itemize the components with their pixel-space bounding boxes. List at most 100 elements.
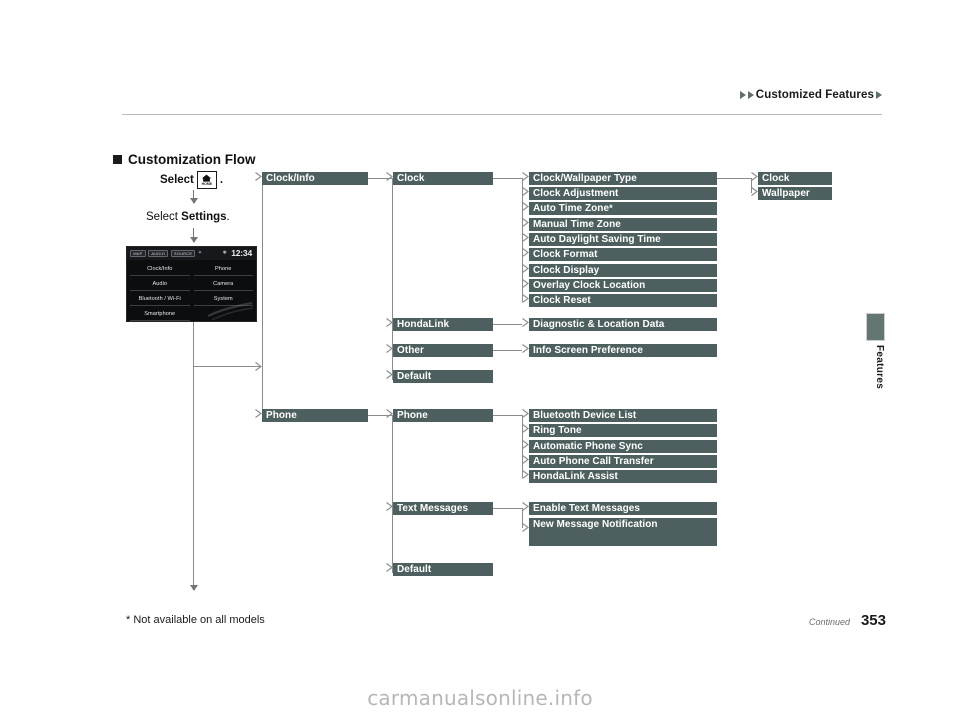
nav-menu-item-system[interactable]: System <box>193 292 253 306</box>
flow-box-level2-default-clockinfo[interactable]: Default <box>393 370 493 383</box>
arrowhead-level1-clockinfo <box>255 172 262 181</box>
arrowhead-level2-default-phone <box>386 563 393 572</box>
flow-box-auto-time-zone-label: Auto Time Zone <box>533 202 610 214</box>
flow-box-level4-clock[interactable]: Clock <box>758 172 832 185</box>
flow-box-automatic-phone-sync[interactable]: Automatic Phone Sync <box>529 440 717 453</box>
arrowhead-auto-phone-call-transfer <box>522 455 529 464</box>
page-number: 353 <box>860 612 886 629</box>
flow-box-ring-tone[interactable]: Ring Tone <box>529 424 717 437</box>
breadcrumb-arrow-right <box>876 91 882 99</box>
footnote-asterisk: * <box>609 203 613 213</box>
arrowhead-level2-phone <box>386 409 393 418</box>
nav-menu-item-camera[interactable]: Camera <box>193 277 253 291</box>
flow-box-clock-adjustment[interactable]: Clock Adjustment <box>529 187 717 200</box>
settings-gear-icon: ✱ <box>222 250 227 256</box>
nav-menu-item-clock-info[interactable]: Clock/Info <box>130 262 190 276</box>
nav-chip-source[interactable]: SOURCE <box>170 249 196 258</box>
step-select-settings: Select Settings. <box>146 211 230 223</box>
manual-page: Customized Features Customization Flow S… <box>0 0 960 722</box>
nav-menu-grid: Clock/Info Phone Audio Camera Bluetooth … <box>127 260 256 321</box>
nav-menu-item-bluetooth-wifi[interactable]: Bluetooth / Wi-Fi <box>130 292 190 306</box>
arrowhead-overlay-clock-location <box>522 279 529 288</box>
flow-box-clock-display[interactable]: Clock Display <box>529 264 717 277</box>
flow-box-manual-time-zone[interactable]: Manual Time Zone <box>529 218 717 231</box>
flow-box-level2-default-phone[interactable]: Default <box>393 563 493 576</box>
connector-level1-spine <box>262 175 263 418</box>
breadcrumb-label: Customized Features <box>755 89 874 101</box>
flow-box-level1-clock-info[interactable]: Clock/Info <box>262 172 368 185</box>
flow-box-level2-other[interactable]: Other <box>393 344 493 357</box>
flow-box-level2-text-messages[interactable]: Text Messages <box>393 502 493 515</box>
arrowhead-level2-clock <box>386 172 393 181</box>
flow-box-bluetooth-device-list[interactable]: Bluetooth Device List <box>529 409 717 422</box>
flow-box-auto-daylight-saving-time[interactable]: Auto Daylight Saving Time <box>529 233 717 246</box>
flow-box-auto-phone-call-transfer[interactable]: Auto Phone Call Transfer <box>529 455 717 468</box>
nav-menu-item-phone[interactable]: Phone <box>193 262 253 276</box>
arrowhead-clock-display <box>522 264 529 273</box>
flow-box-hondalink-assist[interactable]: HondaLink Assist <box>529 470 717 483</box>
bullet-square-icon <box>113 155 122 164</box>
flow-box-enable-text-messages[interactable]: Enable Text Messages <box>529 502 717 515</box>
flow-box-clock-reset-label: Clock Reset <box>533 294 591 306</box>
arrowhead-auto-daylight-saving-time <box>522 233 529 242</box>
flow-box-level2-phone[interactable]: Phone <box>393 409 493 422</box>
arrowhead-bluetooth-device-list <box>522 409 529 418</box>
footer-continued-label: Continued <box>808 617 850 627</box>
breadcrumb-arrow-left-1 <box>739 91 746 99</box>
flow-box-new-message-notification[interactable]: New Message Notification <box>529 518 717 546</box>
flow-box-info-screen-preference[interactable]: Info Screen Preference <box>529 344 717 357</box>
arrowhead-level2-hondalink <box>386 318 393 327</box>
flow-box-clock-wallpaper-type[interactable]: Clock/Wallpaper Type <box>529 172 717 185</box>
section-tab-label: Features <box>874 345 885 390</box>
arrowhead-ring-tone <box>522 424 529 433</box>
nav-chip-map[interactable]: MAP <box>130 249 146 258</box>
flow-box-auto-time-zone[interactable]: Auto Time Zone * <box>529 202 717 215</box>
navigation-screen-screenshot: MAP AUDIO SOURCE ✶ ✱ 12:34 Clock/Info Ph… <box>126 246 257 322</box>
step-select-home: Select HOME . <box>160 171 223 189</box>
nav-chip-audio[interactable]: AUDIO <box>148 249 169 258</box>
flow-box-clock-wallpaper-type-label: Clock/Wallpaper Type <box>533 172 637 184</box>
step-select-settings-suffix: . <box>226 211 230 223</box>
arrowhead-new-message-notification <box>522 523 529 532</box>
arrowhead-level2-text-messages <box>386 502 393 511</box>
flow-box-level1-phone[interactable]: Phone <box>262 409 368 422</box>
step-select-settings-prefix: Select <box>146 211 182 223</box>
arrowhead-info-screen-preference <box>522 344 529 353</box>
bluetooth-icon: ✶ <box>197 250 203 256</box>
flow-box-clock-reset[interactable]: Clock Reset <box>529 294 717 307</box>
flow-box-level4-wallpaper[interactable]: Wallpaper <box>758 187 832 200</box>
step-select-home-suffix: . <box>219 174 224 186</box>
arrowhead-level1-phone <box>255 409 262 418</box>
arrowhead-level4-wallpaper <box>751 187 758 196</box>
arrowhead-level2-default-clockinfo <box>386 370 393 379</box>
flow-box-level2-clock[interactable]: Clock <box>393 172 493 185</box>
arrowhead-enable-text-messages <box>522 502 529 511</box>
connector-trunk-to-level1 <box>193 366 261 367</box>
flow-box-diagnostic-location-data[interactable]: Diagnostic & Location Data <box>529 318 717 331</box>
connector-cwt-to-level4 <box>717 178 751 179</box>
flow-box-clock-format[interactable]: Clock Format <box>529 248 717 261</box>
nav-menu-item-smartphone[interactable]: Smartphone <box>130 307 190 321</box>
arrowhead-clock-reset <box>522 294 529 303</box>
arrowhead-clock-adjustment <box>522 187 529 196</box>
nav-menu-item-audio[interactable]: Audio <box>130 277 190 291</box>
header-divider <box>122 114 882 115</box>
connector-other-to-child <box>493 350 522 351</box>
page-title-label: Customization Flow <box>128 152 256 167</box>
flow-box-clock-format-label: Clock Format <box>533 248 598 260</box>
arrowhead-trunk-branch <box>255 362 262 371</box>
flow-box-overlay-clock-location[interactable]: Overlay Clock Location <box>529 279 717 292</box>
flow-box-level2-hondalink[interactable]: HondaLink <box>393 318 493 331</box>
arrowhead-hondalink-assist <box>522 470 529 479</box>
connector-hondalink-to-child <box>493 324 522 325</box>
section-tab-marker <box>866 313 885 341</box>
watermark: carmanualsonline.info <box>367 686 593 710</box>
arrowhead-clock-format <box>522 248 529 257</box>
arrowhead-level2-other <box>386 344 393 353</box>
arrow-left-trunk-end <box>189 576 198 591</box>
nav-status-bar: MAP AUDIO SOURCE ✶ ✱ 12:34 <box>127 247 256 260</box>
connector-textmsg-to-children <box>493 508 522 509</box>
page-title: Customization Flow <box>113 152 256 167</box>
flow-box-overlay-clock-location-label: Overlay Clock Location <box>533 279 646 291</box>
flow-box-manual-time-zone-label: Manual Time Zone <box>533 218 621 230</box>
